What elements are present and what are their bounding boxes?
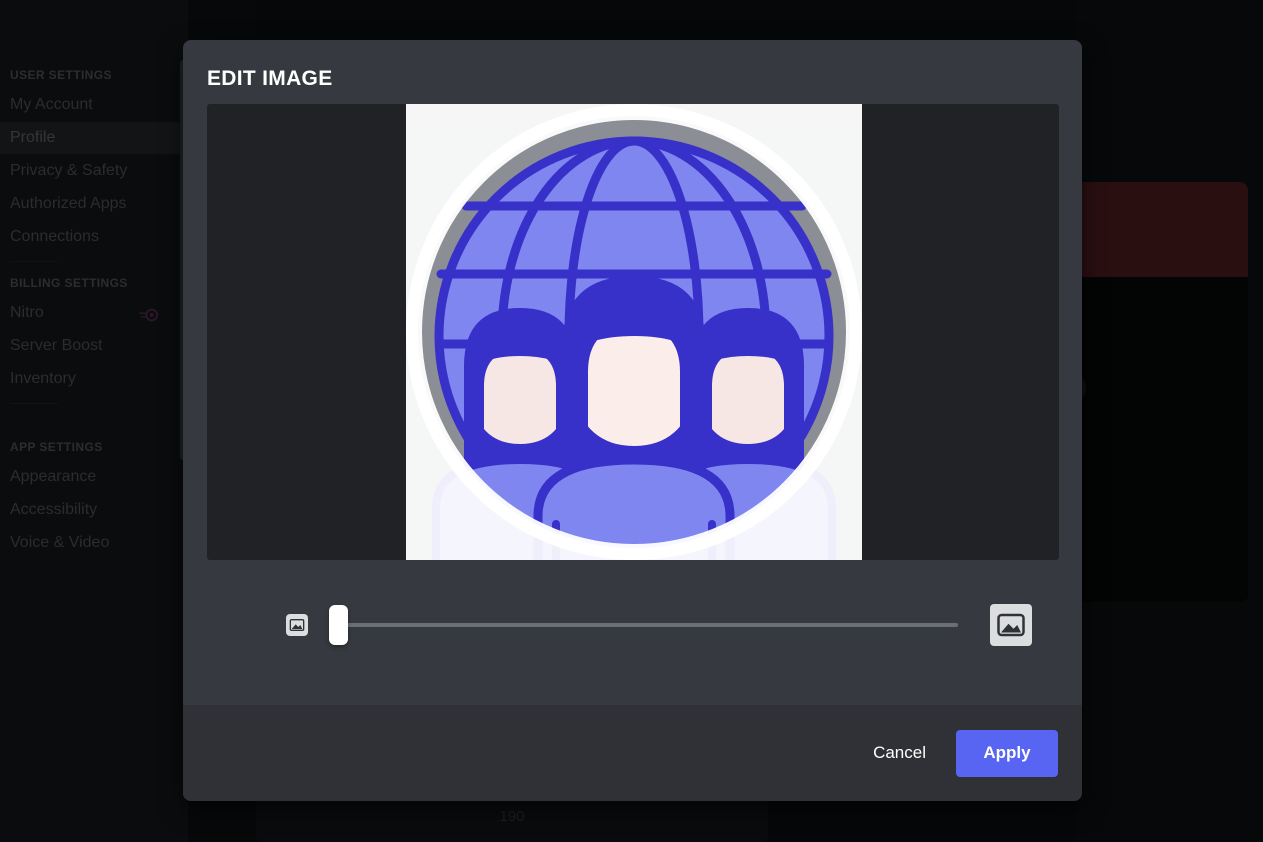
sidebar-item-connections[interactable]: Connections xyxy=(0,221,188,253)
sidebar-item-appearance[interactable]: Appearance xyxy=(0,461,188,493)
cancel-button[interactable]: Cancel xyxy=(853,731,946,775)
sidebar-divider-1 xyxy=(10,261,58,262)
slider-track[interactable] xyxy=(336,623,958,627)
image-preview-frame xyxy=(207,104,1059,560)
sidebar-item-my-account[interactable]: My Account xyxy=(0,89,188,121)
sidebar-item-profile[interactable]: Profile xyxy=(0,122,188,154)
sidebar-group-header-user: USER SETTINGS xyxy=(10,68,112,82)
image-crop-area[interactable] xyxy=(406,104,862,560)
modal-footer: Cancel Apply xyxy=(183,705,1082,801)
sidebar-item-accessibility[interactable]: Accessibility xyxy=(0,494,188,526)
image-zoom-slider[interactable] xyxy=(328,603,966,647)
sidebar-item-label: Nitro xyxy=(10,304,44,321)
nitro-icon xyxy=(138,304,160,322)
bottom-counter-text: 190 xyxy=(499,808,525,825)
avatar-image xyxy=(406,104,862,560)
sidebar-group-header-billing: BILLING SETTINGS xyxy=(10,276,128,290)
app-root: 190 USER SETTINGS My Account Profile Pri… xyxy=(0,0,1263,842)
apply-button[interactable]: Apply xyxy=(956,729,1058,777)
sidebar-group-header-app: APP SETTINGS xyxy=(10,440,103,454)
modal-body xyxy=(183,91,1082,705)
sidebar-item-server-boost[interactable]: Server Boost xyxy=(0,330,188,362)
bottom-input-bar: 190 xyxy=(256,800,768,842)
settings-sidebar: USER SETTINGS My Account Profile Privacy… xyxy=(0,0,188,842)
sidebar-item-privacy-safety[interactable]: Privacy & Safety xyxy=(0,155,188,187)
slider-thumb[interactable] xyxy=(329,605,348,645)
image-icon-large xyxy=(990,604,1032,646)
sidebar-divider-2 xyxy=(10,403,58,404)
modal-title: EDIT IMAGE xyxy=(207,67,333,90)
zoom-slider-row xyxy=(207,560,1058,690)
sidebar-item-inventory[interactable]: Inventory xyxy=(0,363,188,395)
sidebar-item-authorized-apps[interactable]: Authorized Apps xyxy=(0,188,188,220)
sidebar-item-nitro[interactable]: Nitro xyxy=(0,297,188,329)
sidebar-item-voice-video[interactable]: Voice & Video xyxy=(0,527,188,559)
image-icon-small xyxy=(286,614,308,636)
edit-image-modal: EDIT IMAGE Cancel Apply xyxy=(183,40,1082,801)
